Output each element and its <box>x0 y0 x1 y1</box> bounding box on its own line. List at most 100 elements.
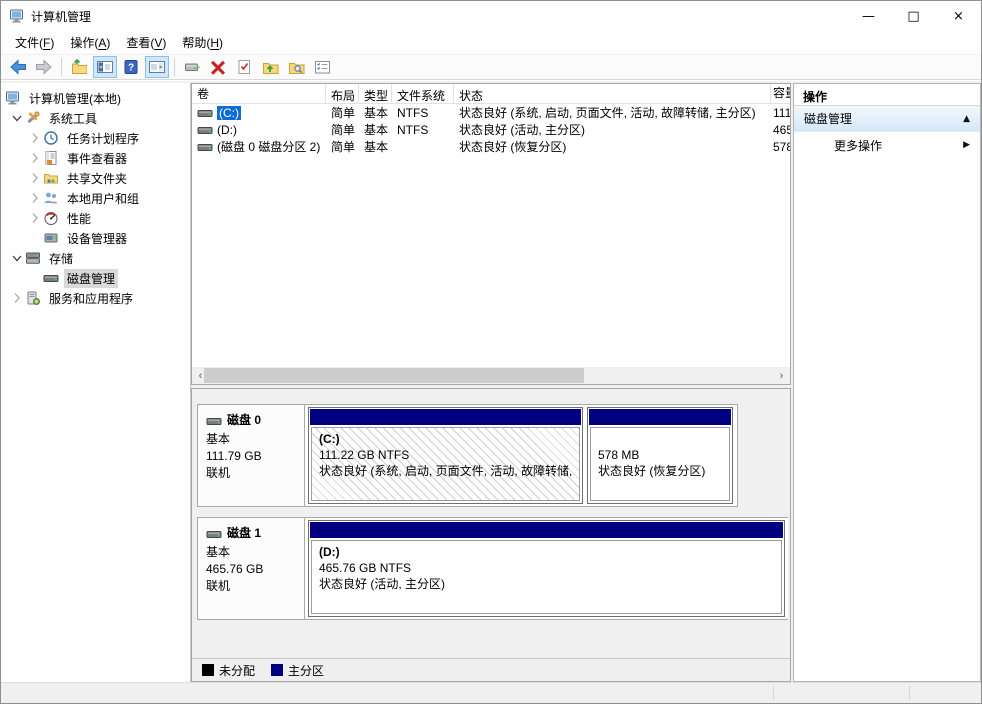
chevron-right-icon[interactable] <box>27 150 43 166</box>
disk-type: 基本 <box>206 432 231 446</box>
folder-up-arrow-button[interactable] <box>258 56 282 78</box>
disk-0-label[interactable]: 磁盘 0 基本 111.79 GB 联机 <box>198 405 305 506</box>
task-scheduler-icon <box>44 131 58 145</box>
check-document-button[interactable] <box>232 56 256 78</box>
partition-d[interactable]: (D:) 465.76 GB NTFS 状态良好 (活动, 主分区) <box>308 520 785 617</box>
system-tools-icon <box>26 111 40 124</box>
tree-item-device-manager[interactable]: 设备管理器 <box>1 228 190 248</box>
minimize-button[interactable]: — <box>846 1 891 31</box>
rescan-disks-button[interactable] <box>180 56 204 78</box>
volume-list-header: 卷 布局 类型 文件系统 状态 容量 <box>192 84 790 104</box>
disk-1-label[interactable]: 磁盘 1 基本 465.76 GB 联机 <box>198 518 305 619</box>
main-area: 计算机管理(本地) 系统工具 任务计划程序 事件查看器 共享文件夹 本地用户和组… <box>1 81 981 682</box>
primary-partition-swatch <box>271 664 284 676</box>
menu-view[interactable]: 查看(V) <box>118 32 174 53</box>
volume-row-c[interactable]: (C:) 简单 基本 NTFS 状态良好 (系统, 启动, 页面文件, 活动, … <box>192 104 790 121</box>
window-controls: — □ × <box>846 1 981 31</box>
tree-item-local-users-groups[interactable]: 本地用户和组 <box>1 188 190 208</box>
menu-action[interactable]: 操作(A) <box>62 32 118 53</box>
legend-bar: 未分配 主分区 <box>192 658 790 681</box>
more-actions-item[interactable]: 更多操作 ▶ <box>794 132 980 158</box>
computer-icon <box>6 91 19 105</box>
action-pane-toggle-button[interactable] <box>145 56 169 78</box>
statusbar-separator <box>773 686 774 700</box>
tree-item-system-tools[interactable]: 系统工具 <box>1 108 190 128</box>
folder-up-arrow-icon <box>262 62 279 75</box>
partition-c[interactable]: (C:) 111.22 GB NTFS 状态良好 (系统, 启动, 页面文件, … <box>308 407 583 504</box>
tree-item-disk-management[interactable]: 磁盘管理 <box>1 268 190 288</box>
column-header-capacity[interactable]: 容量 <box>771 84 790 103</box>
maximize-button[interactable]: □ <box>891 1 936 31</box>
center-pane: 卷 布局 类型 文件系统 状态 容量 (C:) 简单 基本 NTFS 状态良好 … <box>191 83 791 682</box>
close-button[interactable]: × <box>936 1 981 31</box>
chevron-right-icon[interactable] <box>9 290 25 306</box>
partition-recovery[interactable]: 578 MB 状态良好 (恢复分区) <box>587 407 733 504</box>
column-header-layout[interactable]: 布局 <box>326 84 359 103</box>
help-button[interactable] <box>119 56 143 78</box>
console-tree-toggle-button[interactable] <box>93 56 117 78</box>
column-header-volume[interactable]: 卷 <box>192 84 326 103</box>
actions-group-disk-management[interactable]: 磁盘管理 ▲ <box>794 106 980 132</box>
graphical-view-pane: 磁盘 0 基本 111.79 GB 联机 (C:) 111.22 GB NTFS… <box>191 388 791 682</box>
tree-item-event-viewer[interactable]: 事件查看器 <box>1 148 190 168</box>
volume-row-d[interactable]: (D:) 简单 基本 NTFS 状态良好 (活动, 主分区) 465.76 GB <box>192 121 790 138</box>
disk-0-row: 磁盘 0 基本 111.79 GB 联机 (C:) 111.22 GB NTFS… <box>197 404 738 507</box>
menu-file[interactable]: 文件(F) <box>7 32 62 53</box>
collapse-icon[interactable]: ▲ <box>963 114 970 124</box>
tree-item-shared-folders[interactable]: 共享文件夹 <box>1 168 190 188</box>
horizontal-scrollbar[interactable]: ‹ › <box>192 367 790 384</box>
scrollbar-thumb[interactable] <box>204 368 584 383</box>
volume-icon <box>197 143 213 151</box>
list-view-icon <box>314 61 330 74</box>
performance-icon <box>44 211 58 226</box>
disk-1-row: 磁盘 1 基本 465.76 GB 联机 (D:) 465.76 GB NTFS… <box>197 517 788 620</box>
scroll-right-arrow[interactable]: › <box>773 367 790 384</box>
volume-list-empty-area <box>192 155 790 367</box>
action-pane-icon <box>149 61 165 73</box>
console-tree-icon <box>97 61 113 73</box>
chevron-right-icon[interactable] <box>27 210 43 226</box>
delete-button[interactable] <box>206 56 230 78</box>
up-folder-button[interactable] <box>67 56 91 78</box>
title-bar: 计算机管理 — □ × <box>1 1 981 31</box>
chevron-down-icon[interactable] <box>9 250 25 266</box>
menu-help[interactable]: 帮助(H) <box>174 32 231 53</box>
actions-pane: 操作 磁盘管理 ▲ 更多操作 ▶ <box>793 83 981 682</box>
chevron-right-icon[interactable] <box>27 190 43 206</box>
chevron-right-icon[interactable] <box>27 170 43 186</box>
legend-unallocated: 未分配 <box>202 662 255 679</box>
column-header-type[interactable]: 类型 <box>359 84 392 103</box>
list-view-button[interactable] <box>310 56 334 78</box>
back-button[interactable] <box>6 56 30 78</box>
column-header-status[interactable]: 状态 <box>454 84 771 103</box>
menu-bar: 文件(F) 操作(A) 查看(V) 帮助(H) <box>1 31 981 54</box>
tree-item-computer-management-local[interactable]: 计算机管理(本地) <box>1 88 190 108</box>
up-folder-icon <box>71 59 87 75</box>
console-tree-pane: 计算机管理(本地) 系统工具 任务计划程序 事件查看器 共享文件夹 本地用户和组… <box>1 83 191 682</box>
local-users-groups-icon <box>44 192 58 204</box>
back-icon <box>10 60 26 74</box>
check-document-icon <box>238 59 251 75</box>
tree-item-services-applications[interactable]: 服务和应用程序 <box>1 288 190 308</box>
partition-color-bar <box>589 409 731 425</box>
storage-icon <box>26 252 40 264</box>
chevron-down-icon[interactable] <box>9 110 25 126</box>
tree-item-storage[interactable]: 存储 <box>1 248 190 268</box>
volume-icon <box>197 126 213 134</box>
toolbar-separator <box>61 58 62 76</box>
tree-item-performance[interactable]: 性能 <box>1 208 190 228</box>
unallocated-swatch <box>202 664 214 676</box>
tree-item-task-scheduler[interactable]: 任务计划程序 <box>1 128 190 148</box>
chevron-right-icon[interactable] <box>27 130 43 146</box>
partition-color-bar <box>310 409 581 425</box>
computer-management-app-icon <box>10 9 23 23</box>
disk-icon <box>206 417 222 425</box>
actions-pane-title: 操作 <box>794 84 980 106</box>
disk-status: 联机 <box>206 579 231 593</box>
disk-status: 联机 <box>206 466 231 480</box>
explore-button[interactable] <box>284 56 308 78</box>
column-header-filesystem[interactable]: 文件系统 <box>392 84 454 103</box>
partition-color-bar <box>310 522 783 538</box>
volume-row-disk0-partition2[interactable]: (磁盘 0 磁盘分区 2) 简单 基本 状态良好 (恢复分区) 578 MB <box>192 138 790 155</box>
forward-button[interactable] <box>32 56 56 78</box>
